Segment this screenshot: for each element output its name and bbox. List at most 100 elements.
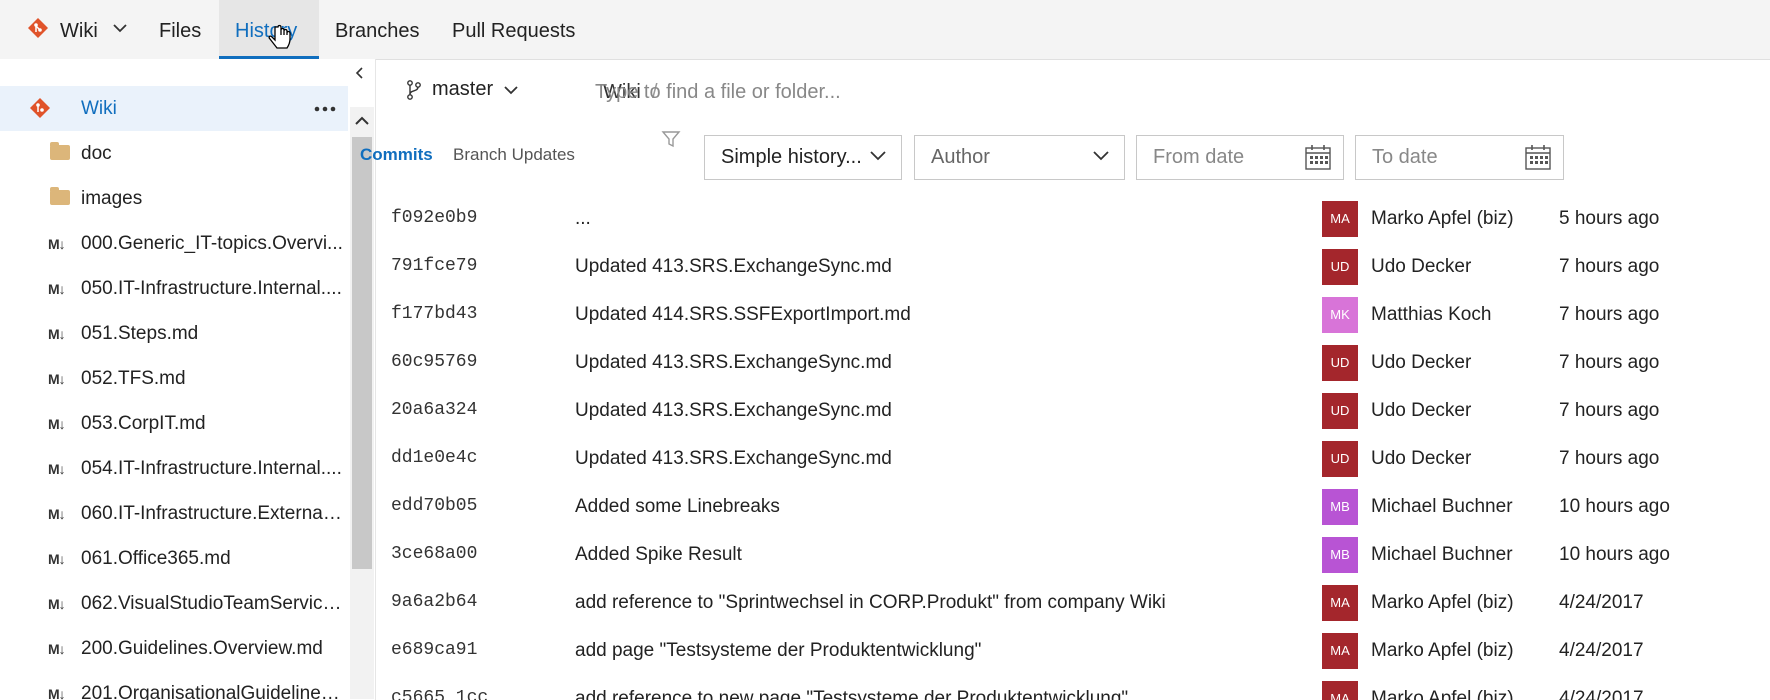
markdown-icon: M↓ [48, 685, 66, 700]
markdown-icon: M↓ [48, 460, 66, 477]
tree-item-label: Wiki [81, 97, 117, 119]
commit-row[interactable]: 20a6a324 Updated 413.SRS.ExchangeSync.md… [360, 388, 1754, 436]
tree-item-label: 053.CorpIT.md [81, 412, 206, 434]
avatar: MB [1322, 537, 1358, 573]
tree-item-file[interactable]: M↓ 061.Office365.md [0, 536, 348, 581]
chevron-up-icon[interactable] [354, 115, 370, 127]
tree-item-label: 060.IT-Infrastructure.External.... [81, 502, 346, 524]
tree-item-file[interactable]: M↓ 201.OrganisationalGuidelines... [0, 671, 348, 700]
tree-item-label: images [81, 187, 143, 209]
tree-item-folder[interactable]: images [0, 176, 348, 221]
commit-author: Marko Apfel (biz) [1371, 208, 1514, 229]
commit-message[interactable]: Updated 413.SRS.ExchangeSync.md [575, 400, 892, 422]
commit-author: Udo Decker [1371, 400, 1472, 421]
author-dropdown[interactable]: Author [914, 135, 1125, 180]
commit-message[interactable]: add page "Testsysteme der Produktentwick… [575, 640, 981, 662]
tab-branches[interactable]: Branches [319, 0, 436, 59]
tree-item-wiki[interactable]: Wiki [0, 86, 348, 131]
to-date-field[interactable]: To date [1355, 135, 1564, 180]
tree-item-folder[interactable]: doc [0, 131, 348, 176]
commit-hash[interactable]: edd70b05 [391, 496, 477, 516]
markdown-icon: M↓ [48, 505, 66, 522]
markdown-icon: M↓ [48, 550, 66, 567]
tree-item-file[interactable]: M↓ 062.VisualStudioTeamService... [0, 581, 348, 626]
commit-row[interactable]: 60c95769 Updated 413.SRS.ExchangeSync.md… [360, 340, 1754, 388]
chevron-left-icon[interactable] [352, 65, 366, 81]
tab-pull-requests[interactable]: Pull Requests [436, 0, 591, 59]
tree-item-file[interactable]: M↓ 054.IT-Infrastructure.Internal.... [0, 446, 348, 491]
commit-message[interactable]: Updated 413.SRS.ExchangeSync.md [575, 256, 892, 278]
commit-hash[interactable]: f092e0b9 [391, 208, 477, 228]
folder-icon [50, 187, 70, 205]
repo-selector[interactable]: Wiki [20, 0, 135, 59]
tree-item-file[interactable]: M↓ 050.IT-Infrastructure.Internal.... [0, 266, 348, 311]
commit-row[interactable]: 9a6a2b64 add reference to "Sprintwechsel… [360, 580, 1754, 628]
commit-message[interactable]: add reference to "Sprintwechsel in CORP.… [575, 592, 1166, 614]
commit-author: Udo Decker [1371, 448, 1472, 469]
chevron-down-icon [504, 85, 518, 94]
commit-hash[interactable]: 3ce68a00 [391, 544, 477, 564]
commit-hash[interactable]: 20a6a324 [391, 400, 477, 420]
tree-item-label: 061.Office365.md [81, 547, 231, 569]
repo-label: Wiki [60, 20, 98, 42]
commit-hash[interactable]: 60c95769 [391, 352, 477, 372]
commit-row[interactable]: f092e0b9 ... MA Marko Apfel (biz) 5 hour… [360, 196, 1754, 244]
commit-hash[interactable]: 9a6a2b64 [391, 592, 477, 612]
commit-message[interactable]: Updated 414.SRS.SSFExportImport.md [575, 304, 911, 326]
commit-time: 7 hours ago [1559, 304, 1660, 325]
avatar: MB [1322, 489, 1358, 525]
commit-message[interactable]: ... [575, 208, 591, 230]
calendar-icon[interactable] [1305, 144, 1331, 170]
commit-message[interactable]: Added Spike Result [575, 544, 742, 566]
chevron-down-icon [1093, 151, 1109, 161]
tree-item-label: 054.IT-Infrastructure.Internal.... [81, 457, 342, 479]
tree-item-label: 200.Guidelines.Overview.md [81, 637, 323, 659]
from-date-field[interactable]: From date [1136, 135, 1344, 180]
tree-item-file[interactable]: M↓ 052.TFS.md [0, 356, 348, 401]
tree-item-file[interactable]: M↓ 200.Guidelines.Overview.md [0, 626, 348, 671]
commit-row[interactable]: 791fce79 Updated 413.SRS.ExchangeSync.md… [360, 244, 1754, 292]
commit-time: 7 hours ago [1559, 400, 1660, 421]
commit-row[interactable]: dd1e0e4c Updated 413.SRS.ExchangeSync.md… [360, 436, 1754, 484]
tree-item-file[interactable]: M↓ 051.Steps.md [0, 311, 348, 356]
commit-message[interactable]: Added some Linebreaks [575, 496, 780, 518]
commit-time: 7 hours ago [1559, 256, 1660, 277]
tree-item-label: 050.IT-Infrastructure.Internal.... [81, 277, 342, 299]
tab-commits[interactable]: Commits [360, 145, 433, 165]
avatar: MA [1322, 633, 1358, 669]
filter-icon[interactable] [661, 129, 681, 149]
avatar: UD [1322, 441, 1358, 477]
chevron-down-icon [870, 151, 886, 161]
commit-message[interactable]: Updated 413.SRS.ExchangeSync.md [575, 352, 892, 374]
commit-message[interactable]: add reference to new page "Testsysteme d… [575, 688, 1128, 700]
commit-hash[interactable]: dd1e0e4c [391, 448, 477, 468]
commit-time: 10 hours ago [1559, 544, 1670, 565]
from-date-placeholder: From date [1153, 146, 1245, 168]
tab-files[interactable]: Files [143, 0, 217, 59]
commit-hash[interactable]: c5665 1cc [391, 688, 488, 700]
commit-hash[interactable]: f177bd43 [391, 304, 477, 324]
commit-row[interactable]: c5665 1cc add reference to new page "Tes… [360, 676, 1754, 700]
avatar: MA [1322, 681, 1358, 700]
tree-item-file[interactable]: M↓ 053.CorpIT.md [0, 401, 348, 446]
commit-hash[interactable]: e689ca91 [391, 640, 477, 660]
branch-selector[interactable]: master [406, 78, 519, 101]
tree-item-label: 052.TFS.md [81, 367, 186, 389]
tree-item-file[interactable]: M↓ 060.IT-Infrastructure.External.... [0, 491, 348, 536]
commit-row[interactable]: 3ce68a00 Added Spike Result MB Michael B… [360, 532, 1754, 580]
more-dots-icon[interactable] [314, 106, 336, 112]
commit-row[interactable]: f177bd43 Updated 414.SRS.SSFExportImport… [360, 292, 1754, 340]
commit-time: 4/24/2017 [1559, 688, 1644, 700]
commit-author: Marko Apfel (biz) [1371, 688, 1514, 700]
path-search-input[interactable] [593, 73, 1097, 111]
tree-item-label: 062.VisualStudioTeamService... [81, 592, 346, 614]
commit-row[interactable]: edd70b05 Added some Linebreaks MB Michae… [360, 484, 1754, 532]
tab-branch-updates[interactable]: Branch Updates [453, 145, 575, 165]
history-mode-dropdown[interactable]: Simple history... [704, 135, 902, 180]
calendar-icon[interactable] [1525, 144, 1551, 170]
tree-item-file[interactable]: M↓ 000.Generic_IT-topics.Overvi... [0, 221, 348, 266]
commit-author: Michael Buchner [1371, 496, 1513, 517]
commit-message[interactable]: Updated 413.SRS.ExchangeSync.md [575, 448, 892, 470]
commit-hash[interactable]: 791fce79 [391, 256, 477, 276]
commit-row[interactable]: e689ca91 add page "Testsysteme der Produ… [360, 628, 1754, 676]
